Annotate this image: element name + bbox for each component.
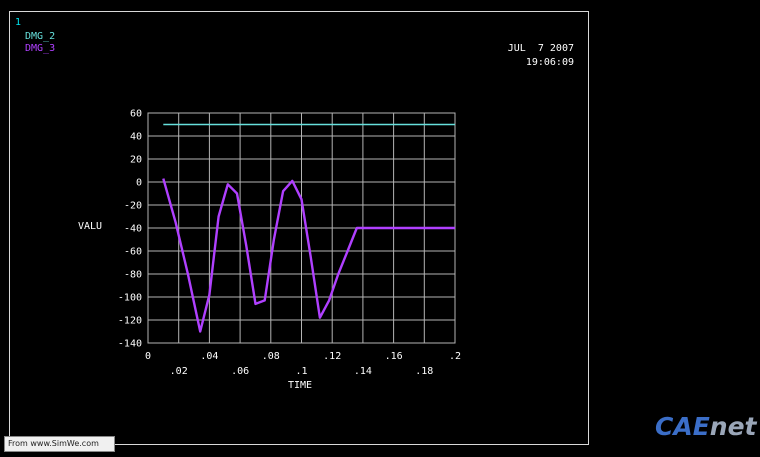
- y-tick-label: -100: [118, 293, 142, 304]
- brand-logo-part1: CAE: [655, 412, 710, 441]
- x-tick-label: .1: [295, 366, 307, 377]
- x-tick-label: .12: [323, 351, 341, 362]
- x-tick-label: .2: [449, 351, 461, 362]
- y-tick-label: 20: [130, 155, 142, 166]
- x-tick-label: .02: [170, 366, 188, 377]
- y-tick-label: -120: [118, 316, 142, 327]
- y-tick-label: 0: [136, 178, 142, 189]
- y-tick-label: -140: [118, 339, 142, 350]
- y-tick-label: 60: [130, 109, 142, 120]
- y-tick-label: -60: [124, 247, 142, 258]
- x-tick-label: .14: [354, 366, 372, 377]
- brand-logo: CAEnet: [655, 412, 757, 442]
- y-tick-label: -80: [124, 270, 142, 281]
- y-tick-label: 40: [130, 132, 142, 143]
- y-tick-label: -40: [124, 224, 142, 235]
- x-tick-label: 0: [145, 351, 151, 362]
- source-watermark: From www.SimWe.com: [4, 436, 115, 452]
- series-line-dmg-3: [162, 178, 455, 333]
- x-tick-label: .06: [231, 366, 249, 377]
- y-tick-label: -20: [124, 201, 142, 212]
- brand-logo-part2: net: [709, 412, 757, 441]
- x-axis-label: TIME: [288, 380, 313, 391]
- x-tick-label: .18: [415, 366, 433, 377]
- x-tick-label: .08: [262, 351, 280, 362]
- y-axis-label: VALU: [78, 221, 103, 232]
- x-tick-label: .04: [200, 351, 218, 362]
- line-chart: 6040200-20-40-60-80-100-120-1400.04.08.1…: [118, 109, 461, 378]
- x-tick-label: .16: [385, 351, 403, 362]
